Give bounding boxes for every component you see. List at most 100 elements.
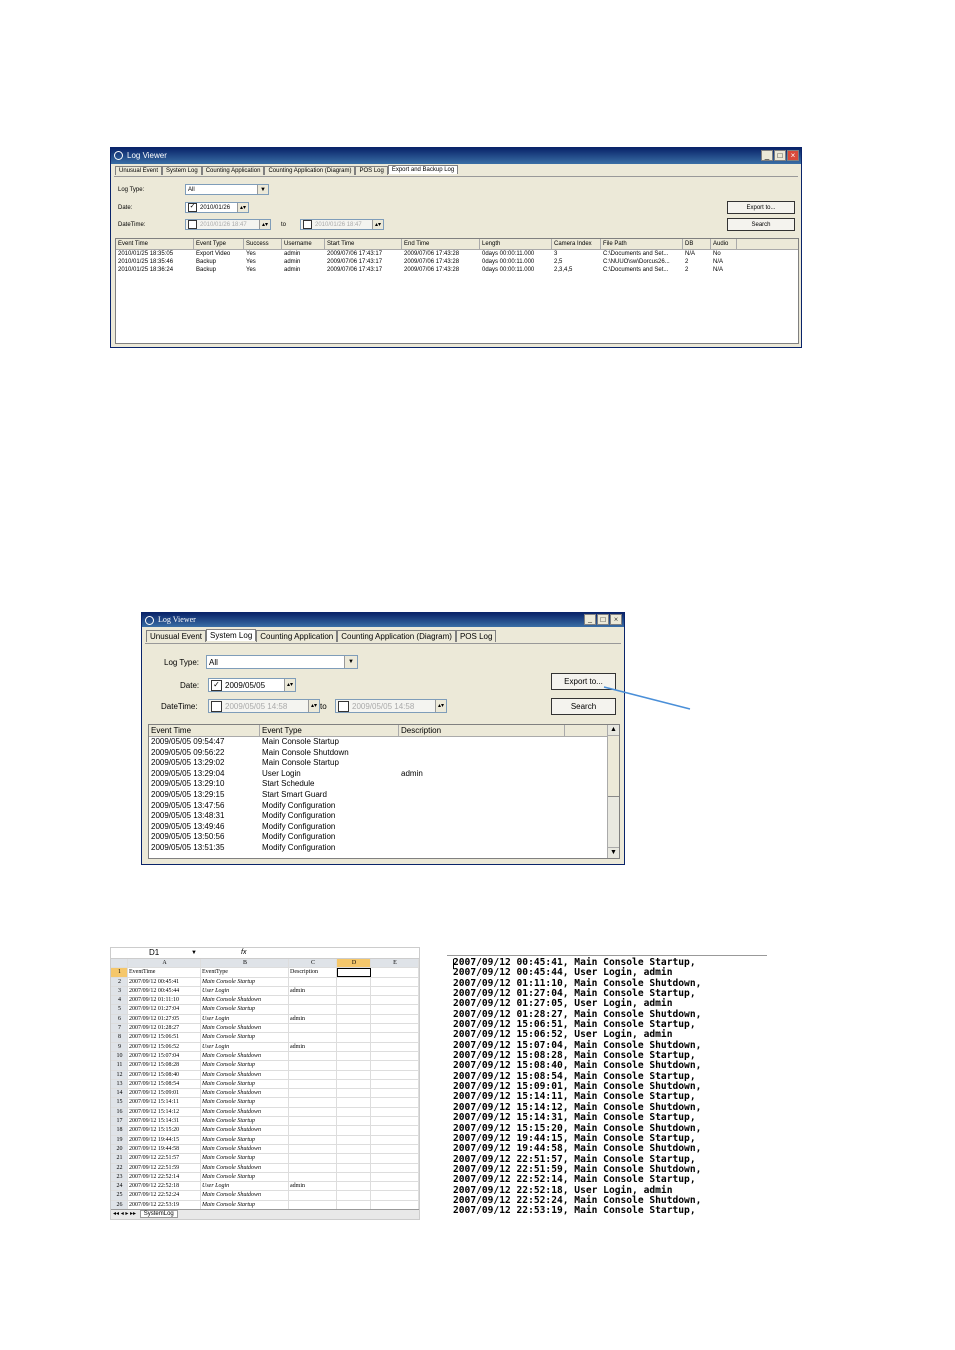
cell[interactable] bbox=[371, 1144, 419, 1154]
cell[interactable]: 2007/09/12 15:09:01 bbox=[128, 1089, 201, 1098]
cell[interactable] bbox=[337, 1089, 371, 1098]
cell[interactable]: Main Console Shutdown bbox=[201, 1070, 289, 1079]
cell[interactable] bbox=[371, 1107, 419, 1117]
cell[interactable]: Main Console Shutdown bbox=[201, 1089, 289, 1098]
row-number[interactable]: 24 bbox=[111, 1182, 128, 1191]
cell[interactable] bbox=[289, 1051, 337, 1061]
cell[interactable]: Main Console Startup bbox=[201, 1200, 289, 1210]
cell[interactable]: User Login bbox=[201, 1182, 289, 1191]
table-row[interactable]: 2009/05/05 13:29:04 User Login admin bbox=[149, 769, 607, 780]
cell[interactable]: 2007/09/12 01:11:10 bbox=[128, 996, 201, 1005]
cell[interactable] bbox=[289, 1024, 337, 1033]
cell[interactable] bbox=[337, 1051, 371, 1061]
row-number[interactable]: 19 bbox=[111, 1135, 128, 1144]
cell[interactable] bbox=[289, 977, 337, 986]
cell[interactable] bbox=[289, 1061, 337, 1070]
spin-updown-icon[interactable]: ▴▾ bbox=[284, 679, 295, 691]
cell[interactable] bbox=[371, 1191, 419, 1200]
cell[interactable] bbox=[371, 1014, 419, 1024]
row-number[interactable]: 8 bbox=[111, 1033, 128, 1042]
column-header[interactable]: Success bbox=[244, 239, 282, 249]
cell[interactable]: Main Console Startup bbox=[201, 1005, 289, 1014]
cell[interactable] bbox=[337, 1107, 371, 1117]
cell[interactable]: 2007/09/12 01:27:05 bbox=[128, 1014, 201, 1024]
cell[interactable] bbox=[289, 1154, 337, 1163]
scrollbar-thumb[interactable] bbox=[608, 736, 619, 797]
cell[interactable] bbox=[337, 1144, 371, 1154]
cell[interactable]: admin bbox=[289, 1182, 337, 1191]
selected-cell[interactable] bbox=[337, 968, 371, 977]
cell[interactable] bbox=[289, 1079, 337, 1089]
column-header[interactable]: B bbox=[201, 959, 289, 968]
table-row[interactable]: 2009/05/05 13:49:46 Modify Configuration bbox=[149, 822, 607, 833]
cell[interactable] bbox=[371, 1042, 419, 1051]
sheet-tab[interactable]: SystemLog bbox=[139, 1210, 178, 1218]
column-header[interactable]: Description bbox=[399, 725, 565, 736]
table-row[interactable]: 2009/05/05 13:29:10 Start Schedule bbox=[149, 779, 607, 790]
column-header[interactable]: Event Type bbox=[260, 725, 399, 736]
datetime-checkbox[interactable] bbox=[188, 220, 197, 229]
cell[interactable] bbox=[337, 1024, 371, 1033]
column-header[interactable]: Event Time bbox=[149, 725, 260, 736]
cell[interactable]: 2007/09/12 22:53:19 bbox=[128, 1200, 201, 1210]
tab-counting-application-diagram[interactable]: Counting Application (Diagram) bbox=[337, 630, 456, 642]
cell[interactable] bbox=[337, 1163, 371, 1172]
search-button[interactable]: Search bbox=[727, 218, 795, 231]
cell[interactable] bbox=[337, 977, 371, 986]
table-row[interactable]: 2009/05/05 13:51:35 Modify Configuration bbox=[149, 843, 607, 854]
column-header[interactable]: Event Type bbox=[194, 239, 244, 249]
table-row[interactable]: 2010/01/25 18:36:24 Backup Yes admin 2009/07… bbox=[116, 266, 798, 274]
cell[interactable] bbox=[289, 1144, 337, 1154]
tab-counting-application[interactable]: Counting Application bbox=[201, 166, 265, 175]
table-row[interactable]: 2009/05/05 13:50:56 Modify Configuration bbox=[149, 832, 607, 843]
cell[interactable] bbox=[337, 1070, 371, 1079]
column-header[interactable]: Username bbox=[282, 239, 325, 249]
cell[interactable] bbox=[337, 986, 371, 996]
cell[interactable]: 2007/09/12 15:07:04 bbox=[128, 1051, 201, 1061]
cell[interactable] bbox=[337, 1126, 371, 1135]
cell[interactable]: 2007/09/12 15:08:28 bbox=[128, 1061, 201, 1070]
row-number[interactable]: 23 bbox=[111, 1172, 128, 1182]
row-number[interactable]: 26 bbox=[111, 1200, 128, 1210]
cell[interactable]: EventType bbox=[201, 968, 289, 977]
cell[interactable] bbox=[337, 1098, 371, 1107]
cell[interactable]: Main Console Startup bbox=[201, 977, 289, 986]
row-number[interactable]: 10 bbox=[111, 1051, 128, 1061]
cell[interactable] bbox=[289, 996, 337, 1005]
cell[interactable] bbox=[337, 1154, 371, 1163]
cell[interactable]: Main Console Startup bbox=[201, 1079, 289, 1089]
cell[interactable] bbox=[371, 1024, 419, 1033]
spin-updown-icon[interactable]: ▴▾ bbox=[372, 220, 383, 229]
cell[interactable] bbox=[371, 1135, 419, 1144]
cell[interactable] bbox=[371, 1033, 419, 1042]
column-header[interactable]: Start Time bbox=[325, 239, 402, 249]
table-row[interactable]: 2009/05/05 13:48:31 Modify Configuration bbox=[149, 811, 607, 822]
chevron-down-icon[interactable]: ▼ bbox=[257, 185, 268, 194]
cell[interactable] bbox=[337, 1117, 371, 1126]
cell[interactable] bbox=[337, 1005, 371, 1014]
cell[interactable]: Description bbox=[289, 968, 337, 977]
cell[interactable] bbox=[371, 977, 419, 986]
cell[interactable]: Main Console Startup bbox=[201, 1154, 289, 1163]
cell[interactable]: 2007/09/12 15:08:54 bbox=[128, 1079, 201, 1089]
cell[interactable]: Main Console Startup bbox=[201, 1172, 289, 1182]
cell[interactable] bbox=[371, 1182, 419, 1191]
row-number[interactable]: 4 bbox=[111, 996, 128, 1005]
cell[interactable]: 2007/09/12 15:08:40 bbox=[128, 1070, 201, 1079]
cell[interactable] bbox=[289, 1107, 337, 1117]
datetime-to-picker[interactable]: 2010/01/26 18:47 ▴▾ bbox=[300, 219, 384, 230]
minimize-icon[interactable]: _ bbox=[761, 150, 773, 161]
cell[interactable] bbox=[289, 1033, 337, 1042]
row-number[interactable]: 12 bbox=[111, 1070, 128, 1079]
tab-system-log[interactable]: System Log bbox=[206, 629, 257, 641]
select-all-corner[interactable] bbox=[111, 959, 128, 968]
sheet-nav-icon[interactable]: ◂◂ ◂ ▸ ▸▸ bbox=[111, 1211, 138, 1217]
cell[interactable] bbox=[289, 1117, 337, 1126]
datetime-to-checkbox[interactable] bbox=[338, 701, 349, 712]
cell[interactable] bbox=[371, 968, 419, 977]
cell[interactable]: 2007/09/12 22:52:14 bbox=[128, 1172, 201, 1182]
cell[interactable]: Main Console Startup bbox=[201, 1061, 289, 1070]
cell[interactable] bbox=[337, 1191, 371, 1200]
cell[interactable]: User Login bbox=[201, 1014, 289, 1024]
table-row[interactable]: 2009/05/05 09:56:22 Main Console Shutdown bbox=[149, 748, 607, 759]
